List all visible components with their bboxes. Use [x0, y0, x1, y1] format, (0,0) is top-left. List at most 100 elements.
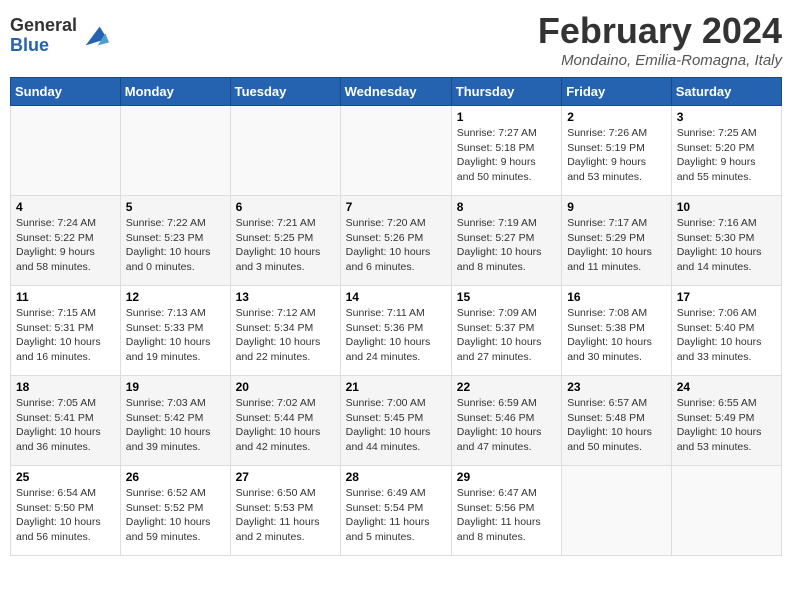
- column-header-monday: Monday: [120, 78, 230, 106]
- calendar-table: SundayMondayTuesdayWednesdayThursdayFrid…: [10, 77, 782, 556]
- calendar-week-row: 11 Sunrise: 7:15 AM Sunset: 5:31 PM Dayli…: [11, 286, 782, 376]
- logo: General Blue: [10, 16, 109, 56]
- day-number: 17: [677, 290, 776, 304]
- column-header-tuesday: Tuesday: [230, 78, 340, 106]
- calendar-cell: 15 Sunrise: 7:09 AM Sunset: 5:37 PM Dayli…: [451, 286, 561, 376]
- calendar-cell: 13 Sunrise: 7:12 AM Sunset: 5:34 PM Dayli…: [230, 286, 340, 376]
- location: Mondaino, Emilia-Romagna, Italy: [538, 52, 782, 69]
- calendar-week-row: 4Sunrise: 7:24 AM Sunset: 5:22 PM Daylig…: [11, 196, 782, 286]
- day-number: 22: [457, 380, 556, 394]
- day-info: Sunrise: 7:24 AM Sunset: 5:22 PM Dayligh…: [16, 216, 115, 275]
- calendar-cell: 7 Sunrise: 7:20 AM Sunset: 5:26 PM Daylig…: [340, 196, 451, 286]
- day-number: 7: [346, 200, 446, 214]
- column-header-thursday: Thursday: [451, 78, 561, 106]
- calendar-week-row: 1 Sunrise: 7:27 AM Sunset: 5:18 PM Daylig…: [11, 106, 782, 196]
- title-block: February 2024 Mondaino, Emilia-Romagna, …: [538, 10, 782, 69]
- column-header-friday: Friday: [562, 78, 672, 106]
- column-header-saturday: Saturday: [671, 78, 781, 106]
- day-number: 16: [567, 290, 666, 304]
- column-header-wednesday: Wednesday: [340, 78, 451, 106]
- day-info: Sunrise: 6:57 AM Sunset: 5:48 PM Dayligh…: [567, 396, 666, 455]
- day-number: 13: [236, 290, 335, 304]
- day-info: Sunrise: 7:17 AM Sunset: 5:29 PM Dayligh…: [567, 216, 666, 275]
- day-number: 18: [16, 380, 115, 394]
- calendar-cell: 28 Sunrise: 6:49 AM Sunset: 5:54 PM Dayli…: [340, 466, 451, 556]
- calendar-cell: 2 Sunrise: 7:26 AM Sunset: 5:19 PM Daylig…: [562, 106, 672, 196]
- day-number: 6: [236, 200, 335, 214]
- day-number: 12: [126, 290, 225, 304]
- calendar-cell: [671, 466, 781, 556]
- calendar-cell: 8 Sunrise: 7:19 AM Sunset: 5:27 PM Daylig…: [451, 196, 561, 286]
- day-info: Sunrise: 7:03 AM Sunset: 5:42 PM Dayligh…: [126, 396, 225, 455]
- day-info: Sunrise: 7:20 AM Sunset: 5:26 PM Dayligh…: [346, 216, 446, 275]
- day-number: 21: [346, 380, 446, 394]
- calendar-cell: [11, 106, 121, 196]
- calendar-cell: 18 Sunrise: 7:05 AM Sunset: 5:41 PM Dayli…: [11, 376, 121, 466]
- day-number: 8: [457, 200, 556, 214]
- day-info: Sunrise: 7:27 AM Sunset: 5:18 PM Dayligh…: [457, 126, 556, 185]
- day-info: Sunrise: 7:08 AM Sunset: 5:38 PM Dayligh…: [567, 306, 666, 365]
- day-info: Sunrise: 7:26 AM Sunset: 5:19 PM Dayligh…: [567, 126, 666, 185]
- day-info: Sunrise: 7:15 AM Sunset: 5:31 PM Dayligh…: [16, 306, 115, 365]
- calendar-header-row: SundayMondayTuesdayWednesdayThursdayFrid…: [11, 78, 782, 106]
- calendar-cell: 29Sunrise: 6:47 AM Sunset: 5:56 PM Dayli…: [451, 466, 561, 556]
- day-info: Sunrise: 7:16 AM Sunset: 5:30 PM Dayligh…: [677, 216, 776, 275]
- calendar-cell: 4Sunrise: 7:24 AM Sunset: 5:22 PM Daylig…: [11, 196, 121, 286]
- month-title: February 2024: [538, 10, 782, 52]
- day-info: Sunrise: 6:49 AM Sunset: 5:54 PM Dayligh…: [346, 486, 446, 545]
- day-info: Sunrise: 7:19 AM Sunset: 5:27 PM Dayligh…: [457, 216, 556, 275]
- calendar-cell: 12 Sunrise: 7:13 AM Sunset: 5:33 PM Dayli…: [120, 286, 230, 376]
- day-number: 25: [16, 470, 115, 484]
- day-number: 28: [346, 470, 446, 484]
- page-header: General Blue February 2024 Mondaino, Emi…: [10, 10, 782, 69]
- column-header-sunday: Sunday: [11, 78, 121, 106]
- day-info: Sunrise: 6:54 AM Sunset: 5:50 PM Dayligh…: [16, 486, 115, 545]
- day-info: Sunrise: 7:05 AM Sunset: 5:41 PM Dayligh…: [16, 396, 115, 455]
- day-info: Sunrise: 6:55 AM Sunset: 5:49 PM Dayligh…: [677, 396, 776, 455]
- calendar-week-row: 25 Sunrise: 6:54 AM Sunset: 5:50 PM Dayli…: [11, 466, 782, 556]
- day-info: Sunrise: 7:11 AM Sunset: 5:36 PM Dayligh…: [346, 306, 446, 365]
- day-number: 15: [457, 290, 556, 304]
- day-info: Sunrise: 7:12 AM Sunset: 5:34 PM Dayligh…: [236, 306, 335, 365]
- calendar-cell: [120, 106, 230, 196]
- day-number: 3: [677, 110, 776, 124]
- calendar-cell: 6Sunrise: 7:21 AM Sunset: 5:25 PM Daylig…: [230, 196, 340, 286]
- day-info: Sunrise: 7:02 AM Sunset: 5:44 PM Dayligh…: [236, 396, 335, 455]
- calendar-cell: 20 Sunrise: 7:02 AM Sunset: 5:44 PM Dayli…: [230, 376, 340, 466]
- calendar-cell: 16 Sunrise: 7:08 AM Sunset: 5:38 PM Dayli…: [562, 286, 672, 376]
- calendar-cell: 5 Sunrise: 7:22 AM Sunset: 5:23 PM Daylig…: [120, 196, 230, 286]
- day-info: Sunrise: 7:09 AM Sunset: 5:37 PM Dayligh…: [457, 306, 556, 365]
- calendar-cell: 22 Sunrise: 6:59 AM Sunset: 5:46 PM Dayli…: [451, 376, 561, 466]
- day-number: 5: [126, 200, 225, 214]
- calendar-cell: 11 Sunrise: 7:15 AM Sunset: 5:31 PM Dayli…: [11, 286, 121, 376]
- calendar-cell: 17Sunrise: 7:06 AM Sunset: 5:40 PM Dayli…: [671, 286, 781, 376]
- calendar-cell: 27Sunrise: 6:50 AM Sunset: 5:53 PM Dayli…: [230, 466, 340, 556]
- calendar-cell: [230, 106, 340, 196]
- calendar-cell: 26Sunrise: 6:52 AM Sunset: 5:52 PM Dayli…: [120, 466, 230, 556]
- day-info: Sunrise: 6:59 AM Sunset: 5:46 PM Dayligh…: [457, 396, 556, 455]
- day-number: 11: [16, 290, 115, 304]
- day-number: 2: [567, 110, 666, 124]
- calendar-cell: 1 Sunrise: 7:27 AM Sunset: 5:18 PM Daylig…: [451, 106, 561, 196]
- day-info: Sunrise: 7:22 AM Sunset: 5:23 PM Dayligh…: [126, 216, 225, 275]
- calendar-cell: 3 Sunrise: 7:25 AM Sunset: 5:20 PM Daylig…: [671, 106, 781, 196]
- day-info: Sunrise: 7:13 AM Sunset: 5:33 PM Dayligh…: [126, 306, 225, 365]
- day-info: Sunrise: 6:52 AM Sunset: 5:52 PM Dayligh…: [126, 486, 225, 545]
- day-number: 20: [236, 380, 335, 394]
- calendar-cell: 24 Sunrise: 6:55 AM Sunset: 5:49 PM Dayli…: [671, 376, 781, 466]
- day-number: 19: [126, 380, 225, 394]
- day-info: Sunrise: 7:25 AM Sunset: 5:20 PM Dayligh…: [677, 126, 776, 185]
- calendar-cell: 25 Sunrise: 6:54 AM Sunset: 5:50 PM Dayli…: [11, 466, 121, 556]
- day-info: Sunrise: 7:00 AM Sunset: 5:45 PM Dayligh…: [346, 396, 446, 455]
- calendar-cell: 9Sunrise: 7:17 AM Sunset: 5:29 PM Daylig…: [562, 196, 672, 286]
- day-number: 1: [457, 110, 556, 124]
- day-number: 29: [457, 470, 556, 484]
- day-number: 10: [677, 200, 776, 214]
- day-number: 24: [677, 380, 776, 394]
- calendar-cell: 14 Sunrise: 7:11 AM Sunset: 5:36 PM Dayli…: [340, 286, 451, 376]
- logo-icon: [81, 22, 109, 50]
- calendar-cell: 19 Sunrise: 7:03 AM Sunset: 5:42 PM Dayli…: [120, 376, 230, 466]
- day-number: 23: [567, 380, 666, 394]
- calendar-cell: 10 Sunrise: 7:16 AM Sunset: 5:30 PM Dayli…: [671, 196, 781, 286]
- day-number: 14: [346, 290, 446, 304]
